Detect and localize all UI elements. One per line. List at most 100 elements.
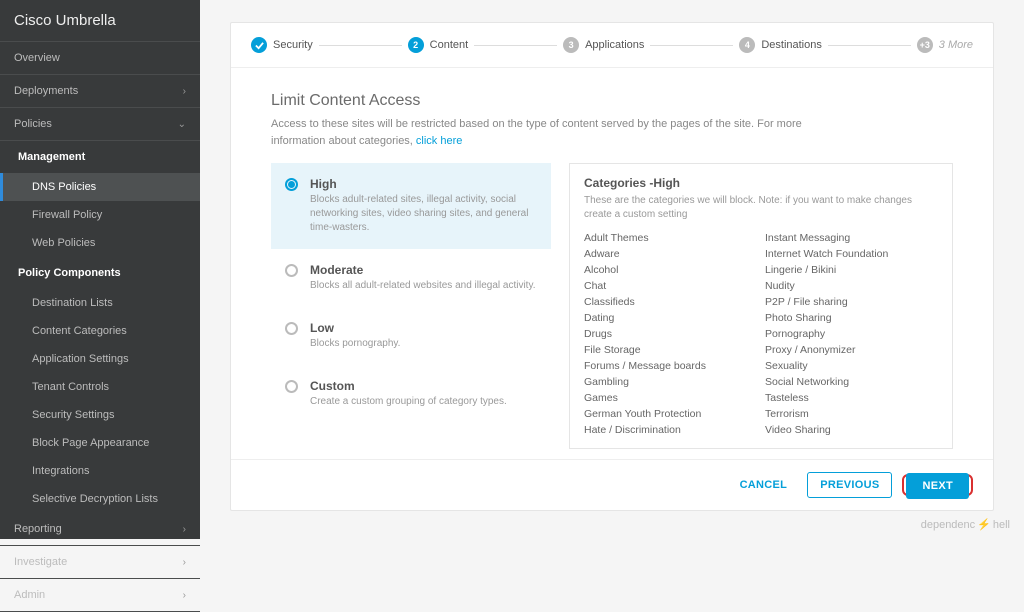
category-item: Games bbox=[584, 392, 757, 404]
check-icon bbox=[251, 37, 267, 53]
category-item: Chat bbox=[584, 280, 757, 292]
wizard-card: Security 2 Content 3 Applications 4 Dest… bbox=[230, 22, 994, 511]
next-button-highlight: NEXT bbox=[902, 474, 973, 496]
sidebar-item-integrations[interactable]: Integrations bbox=[0, 457, 200, 485]
sidebar-item-block-page-appearance[interactable]: Block Page Appearance bbox=[0, 429, 200, 457]
category-item: Forums / Message boards bbox=[584, 360, 757, 372]
page-subtext: Access to these sites will be restricted… bbox=[271, 116, 851, 149]
step-applications[interactable]: 3 Applications bbox=[563, 37, 644, 53]
chevron-down-icon: ⌄ bbox=[178, 119, 186, 130]
step-label: 3 More bbox=[939, 39, 973, 51]
main-area: Security 2 Content 3 Applications 4 Dest… bbox=[200, 0, 1024, 539]
step-content[interactable]: 2 Content bbox=[408, 37, 469, 53]
radio-icon bbox=[285, 178, 298, 191]
option-desc: Blocks all adult-related websites and il… bbox=[310, 279, 535, 293]
sidebar-item-application-settings[interactable]: Application Settings bbox=[0, 345, 200, 373]
category-item: Gambling bbox=[584, 376, 757, 388]
option-title: High bbox=[310, 177, 537, 191]
step-label: Content bbox=[430, 39, 469, 51]
step-divider bbox=[650, 45, 733, 46]
watermark-left: dependenc bbox=[921, 519, 975, 531]
nav-admin[interactable]: Admin › bbox=[0, 579, 200, 612]
option-desc: Blocks pornography. bbox=[310, 337, 400, 351]
step-destinations[interactable]: 4 Destinations bbox=[739, 37, 822, 53]
nav-policies[interactable]: Policies ⌄ bbox=[0, 108, 200, 141]
nav-label: Reporting bbox=[14, 523, 62, 535]
category-item: Lingerie / Bikini bbox=[765, 264, 938, 276]
category-item: Video Sharing bbox=[765, 424, 938, 436]
nav-label: Admin bbox=[14, 589, 45, 601]
categories-title: Categories -High bbox=[584, 176, 938, 190]
category-item: Nudity bbox=[765, 280, 938, 292]
sidebar-item-dns-policies[interactable]: DNS Policies bbox=[0, 173, 200, 201]
step-number-icon: 2 bbox=[408, 37, 424, 53]
watermark-right: hell bbox=[993, 519, 1010, 531]
category-item: Alcohol bbox=[584, 264, 757, 276]
step-number-icon: 3 bbox=[563, 37, 579, 53]
category-item: Photo Sharing bbox=[765, 312, 938, 324]
option-title: Low bbox=[310, 321, 400, 335]
chevron-right-icon: › bbox=[183, 524, 186, 535]
sidebar-item-destination-lists[interactable]: Destination Lists bbox=[0, 289, 200, 317]
categories-note: These are the categories we will block. … bbox=[584, 194, 938, 222]
watermark: dependenc ⚡ hell bbox=[921, 518, 1010, 531]
nav-section-policy-components: Policy Components bbox=[0, 257, 200, 289]
click-here-link[interactable]: click here bbox=[416, 135, 462, 147]
sidebar-item-content-categories[interactable]: Content Categories bbox=[0, 317, 200, 345]
option-high[interactable]: High Blocks adult-related sites, illegal… bbox=[271, 163, 551, 249]
page-title: Limit Content Access bbox=[271, 92, 953, 110]
step-number-icon: 4 bbox=[739, 37, 755, 53]
category-item: Hate / Discrimination bbox=[584, 424, 757, 436]
brand: Cisco Umbrella bbox=[0, 0, 200, 42]
step-security[interactable]: Security bbox=[251, 37, 313, 53]
category-item: Terrorism bbox=[765, 408, 938, 420]
subtext-prefix: Access to these sites will be restricted… bbox=[271, 118, 802, 147]
category-item: German Youth Protection bbox=[584, 408, 757, 420]
step-label: Destinations bbox=[761, 39, 822, 51]
nav-label: Deployments bbox=[14, 85, 78, 97]
previous-button[interactable]: PREVIOUS bbox=[807, 472, 892, 498]
sidebar-item-web-policies[interactable]: Web Policies bbox=[0, 229, 200, 257]
chevron-right-icon: › bbox=[183, 557, 186, 568]
option-desc: Create a custom grouping of category typ… bbox=[310, 395, 507, 409]
category-item: Social Networking bbox=[765, 376, 938, 388]
nav-deployments[interactable]: Deployments › bbox=[0, 75, 200, 108]
step-number-icon: +3 bbox=[917, 37, 933, 53]
step-more[interactable]: +3 3 More bbox=[917, 37, 973, 53]
option-moderate[interactable]: Moderate Blocks all adult-related websit… bbox=[271, 249, 551, 307]
sidebar-item-firewall-policy[interactable]: Firewall Policy bbox=[0, 201, 200, 229]
category-item: Instant Messaging bbox=[765, 232, 938, 244]
radio-icon bbox=[285, 264, 298, 277]
category-item: Dating bbox=[584, 312, 757, 324]
sidebar-item-tenant-controls[interactable]: Tenant Controls bbox=[0, 373, 200, 401]
sidebar-item-security-settings[interactable]: Security Settings bbox=[0, 401, 200, 429]
sidebar: Cisco Umbrella Overview Deployments › Po… bbox=[0, 0, 200, 539]
step-label: Security bbox=[273, 39, 313, 51]
category-item: File Storage bbox=[584, 344, 757, 356]
category-item: Drugs bbox=[584, 328, 757, 340]
categories-grid: Adult ThemesInstant MessagingAdwareInter… bbox=[584, 232, 938, 436]
nav-overview[interactable]: Overview bbox=[0, 42, 200, 75]
wizard-content: Limit Content Access Access to these sit… bbox=[231, 68, 993, 459]
option-custom[interactable]: Custom Create a custom grouping of categ… bbox=[271, 365, 551, 423]
cancel-button[interactable]: CANCEL bbox=[730, 472, 798, 498]
next-button[interactable]: NEXT bbox=[906, 473, 969, 499]
wizard-stepper: Security 2 Content 3 Applications 4 Dest… bbox=[231, 23, 993, 68]
option-low[interactable]: Low Blocks pornography. bbox=[271, 307, 551, 365]
step-divider bbox=[474, 45, 557, 46]
category-item: Adult Themes bbox=[584, 232, 757, 244]
step-divider bbox=[828, 45, 911, 46]
step-divider bbox=[319, 45, 402, 46]
nav-section-management: Management bbox=[0, 141, 200, 173]
category-item: P2P / File sharing bbox=[765, 296, 938, 308]
category-item: Proxy / Anonymizer bbox=[765, 344, 938, 356]
category-item: Tasteless bbox=[765, 392, 938, 404]
nav-label: Policies bbox=[14, 118, 52, 130]
sidebar-item-selective-decryption-lists[interactable]: Selective Decryption Lists bbox=[0, 485, 200, 513]
chevron-right-icon: › bbox=[183, 590, 186, 601]
step-label: Applications bbox=[585, 39, 644, 51]
nav-reporting[interactable]: Reporting › bbox=[0, 513, 200, 546]
nav-investigate[interactable]: Investigate › bbox=[0, 546, 200, 579]
radio-icon bbox=[285, 380, 298, 393]
categories-panel: Categories -High These are the categorie… bbox=[569, 163, 953, 449]
